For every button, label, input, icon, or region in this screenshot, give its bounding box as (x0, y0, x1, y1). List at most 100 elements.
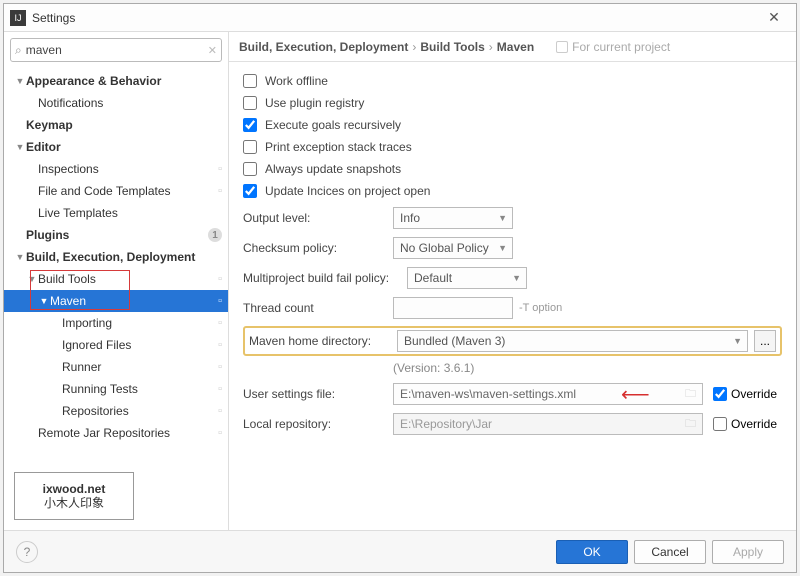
project-scope-icon (556, 41, 568, 53)
plugins-badge: 1 (208, 228, 222, 242)
chevron-down-icon: ▼ (498, 213, 507, 223)
tree-label: Runner (62, 360, 101, 374)
project-marker-icon: ▫ (218, 317, 222, 329)
tree-label: Ignored Files (62, 338, 131, 352)
folder-icon[interactable]: 🗀 (685, 415, 696, 434)
tree-keymap[interactable]: Keymap (4, 114, 228, 136)
checkbox-work-offline[interactable] (243, 74, 257, 88)
tree-live-templates[interactable]: Live Templates (4, 202, 228, 224)
tree-plugins[interactable]: Plugins1 (4, 224, 228, 246)
tree-label: Repositories (62, 404, 129, 418)
tree-label: Notifications (38, 96, 103, 110)
label-print-exception: Print exception stack traces (265, 140, 412, 154)
crumb-bed[interactable]: Build, Execution, Deployment (239, 40, 408, 54)
opt-always-update: Always update snapshots (243, 158, 782, 180)
tree-file-code-templates[interactable]: File and Code Templates▫ (4, 180, 228, 202)
tree-runner[interactable]: Runner▫ (4, 356, 228, 378)
chevron-down-icon: ▼ (733, 336, 742, 346)
note-text: For current project (572, 40, 670, 54)
select-multiproject[interactable]: Default ▼ (407, 267, 527, 289)
logo-line1: ixwood.net (43, 482, 106, 496)
project-marker-icon: ▫ (218, 339, 222, 351)
row-local-repo: Local repository: E:\Repository\Jar🗀 Ove… (243, 410, 782, 438)
checkbox-print-exception[interactable] (243, 140, 257, 154)
maven-version: (Version: 3.6.1) (393, 361, 474, 375)
help-button[interactable]: ? (16, 541, 38, 563)
row-multiproject: Multiproject build fail policy: Default ▼ (243, 264, 782, 292)
crumb-maven[interactable]: Maven (497, 40, 534, 54)
tree-label: Appearance & Behavior (26, 74, 161, 88)
select-value: Default (414, 271, 452, 285)
app-icon: IJ (10, 10, 26, 26)
tree-inspections[interactable]: Inspections▫ (4, 158, 228, 180)
label-output-level: Output level: (243, 211, 393, 225)
window-title: Settings (32, 11, 758, 25)
crumb-build-tools[interactable]: Build Tools (420, 40, 484, 54)
dialog-body: ⌕ ✕ ▼Appearance & Behavior Notifications… (4, 32, 796, 530)
project-marker-icon: ▫ (218, 273, 222, 285)
ok-button[interactable]: OK (556, 540, 628, 564)
checkbox-always-update[interactable] (243, 162, 257, 176)
tree-running-tests[interactable]: Running Tests▫ (4, 378, 228, 400)
tree-label: Editor (26, 140, 61, 154)
project-marker-icon: ▫ (218, 163, 222, 175)
tree-importing[interactable]: Importing▫ (4, 312, 228, 334)
tree-label: Build Tools (38, 272, 96, 286)
input-user-settings[interactable]: E:\maven-ws\maven-settings.xml 🗀 (393, 383, 703, 405)
project-marker-icon: ▫ (218, 295, 222, 307)
input-local-repo[interactable]: E:\Repository\Jar🗀 (393, 413, 703, 435)
hint-thread: -T option (519, 302, 562, 314)
sidebar: ⌕ ✕ ▼Appearance & Behavior Notifications… (4, 32, 229, 530)
search-box[interactable]: ⌕ ✕ (10, 38, 222, 62)
row-version: (Version: 3.6.1) (243, 358, 782, 378)
checkbox-update-indices[interactable] (243, 184, 257, 198)
tree-notifications[interactable]: Notifications (4, 92, 228, 114)
checkbox-override-local-repo[interactable] (713, 417, 727, 431)
override-user-settings: Override (713, 387, 777, 401)
search-input[interactable] (26, 43, 208, 57)
checkbox-override-user-settings[interactable] (713, 387, 727, 401)
label-always-update: Always update snapshots (265, 162, 401, 176)
label-update-indices: Update Incices on project open (265, 184, 430, 198)
cancel-button[interactable]: Cancel (634, 540, 706, 564)
settings-dialog: IJ Settings ✕ ⌕ ✕ ▼Appearance & Behavior… (3, 3, 797, 573)
main-panel: Build, Execution, Deployment › Build Too… (229, 32, 796, 530)
close-button[interactable]: ✕ (758, 9, 790, 26)
tree-ignored-files[interactable]: Ignored Files ▫ (4, 334, 228, 356)
label-local-repo: Local repository: (243, 417, 393, 431)
tree-label: Maven (50, 294, 86, 308)
tree-repositories[interactable]: Repositories▫ (4, 400, 228, 422)
label-multiproject: Multiproject build fail policy: (243, 271, 407, 285)
label-work-offline: Work offline (265, 74, 328, 88)
tree-editor[interactable]: ▼Editor (4, 136, 228, 158)
browse-maven-home-button[interactable]: ... (754, 330, 776, 352)
tree-build-tools[interactable]: ▼Build Tools▫ (4, 268, 228, 290)
tree-label: Remote Jar Repositories (38, 426, 170, 440)
content-area: Work offline Use plugin registry Execute… (229, 62, 796, 530)
folder-icon[interactable]: 🗀 (685, 385, 696, 404)
select-checksum[interactable]: No Global Policy▼ (393, 237, 513, 259)
tree-maven[interactable]: ▼Maven▫ (4, 290, 228, 312)
apply-button[interactable]: Apply (712, 540, 784, 564)
opt-use-plugin-registry: Use plugin registry (243, 92, 782, 114)
logo-line2: 小木人印象 (43, 496, 106, 510)
search-clear-icon[interactable]: ✕ (208, 44, 217, 57)
maven-home-frame: Maven home directory: Bundled (Maven 3) ▼… (243, 326, 782, 356)
checkbox-execute-goals[interactable] (243, 118, 257, 132)
row-checksum: Checksum policy: No Global Policy▼ (243, 234, 782, 262)
label-maven-home: Maven home directory: (249, 334, 391, 348)
tree-remote-jar[interactable]: Remote Jar Repositories▫ (4, 422, 228, 444)
opt-work-offline: Work offline (243, 70, 782, 92)
input-thread-count[interactable] (393, 297, 513, 319)
chevron-down-icon: ▼ (512, 273, 521, 283)
tree-appearance[interactable]: ▼Appearance & Behavior (4, 70, 228, 92)
label-checksum: Checksum policy: (243, 241, 393, 255)
select-output-level[interactable]: Info▼ (393, 207, 513, 229)
checkbox-use-plugin-registry[interactable] (243, 96, 257, 110)
input-value: E:\maven-ws\maven-settings.xml (400, 387, 576, 401)
label-execute-goals: Execute goals recursively (265, 118, 401, 132)
tree-bed[interactable]: ▼Build, Execution, Deployment (4, 246, 228, 268)
select-value: Bundled (Maven 3) (404, 334, 505, 348)
label-use-plugin-registry: Use plugin registry (265, 96, 364, 110)
select-maven-home[interactable]: Bundled (Maven 3) ▼ (397, 330, 748, 352)
